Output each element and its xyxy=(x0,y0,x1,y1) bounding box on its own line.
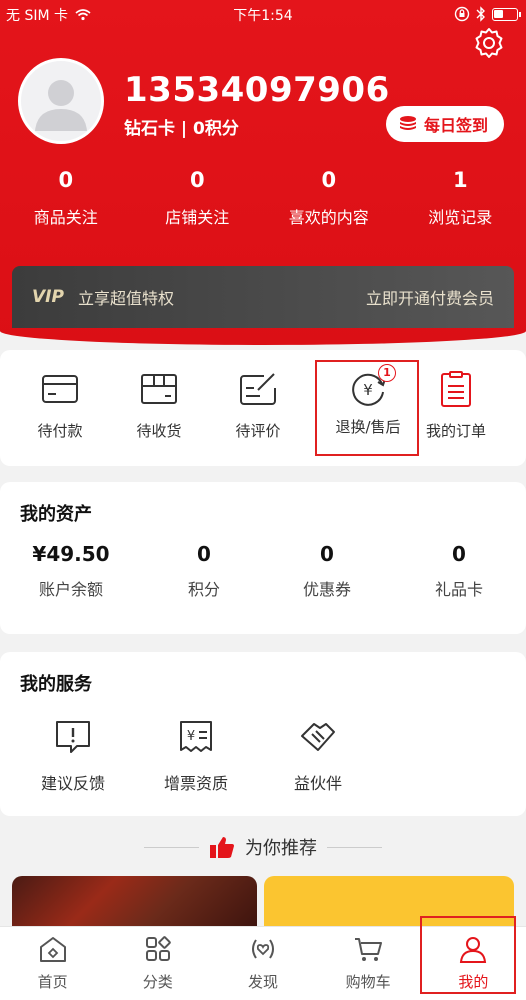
orders-card: 待付款 待收货 待评价 ¥ 1 退换/售后 我的订单 xyxy=(0,350,526,466)
divider xyxy=(144,846,199,848)
tab-category[interactable]: 分类 xyxy=(105,927,210,1000)
assets-card: 我的资产 ¥49.50 账户余额 0 积分 0 优惠券 0 礼品卡 xyxy=(0,482,526,634)
bluetooth-icon xyxy=(476,6,485,22)
vip-logo: VIP xyxy=(32,287,64,307)
discover-icon xyxy=(251,939,274,959)
recommend-header: 为你推荐 xyxy=(0,832,526,862)
services-title: 我的服务 xyxy=(20,674,92,695)
tab-label: 首页 xyxy=(37,973,68,991)
asset-label: 优惠券 xyxy=(302,580,351,599)
recommend-title: 为你推荐 xyxy=(245,838,317,859)
service-partner[interactable]: 益伙伴 xyxy=(258,718,378,794)
asset-points[interactable]: 0 积分 xyxy=(139,542,269,600)
stat-value: 1 xyxy=(452,168,468,192)
settings-gear-icon[interactable] xyxy=(472,26,506,60)
tab-label: 分类 xyxy=(142,973,173,991)
vip-open-link[interactable]: 立即开通付费会员 xyxy=(366,285,494,309)
asset-value: 0 xyxy=(452,542,466,566)
status-time: 下午1:54 xyxy=(233,8,293,24)
vip-left-text: 立享超值特权 xyxy=(77,289,174,308)
order-label: 我的订单 xyxy=(425,422,486,440)
asset-label: 礼品卡 xyxy=(434,580,483,599)
order-pending-payment[interactable]: 待付款 xyxy=(10,370,110,441)
asset-label: 账户余额 xyxy=(38,580,103,599)
vip-banner[interactable]: VIP 立享超值特权 立即开通付费会员 xyxy=(12,266,514,328)
daily-signin-label: 每日签到 xyxy=(423,116,488,135)
default-avatar-icon xyxy=(35,80,87,131)
svg-text:¥: ¥ xyxy=(187,729,195,744)
tab-cart[interactable]: 购物车 xyxy=(316,927,421,1000)
stat-value: 0 xyxy=(321,168,337,192)
stat-label: 浏览记录 xyxy=(428,208,493,227)
asset-balance[interactable]: ¥49.50 账户余额 xyxy=(6,542,136,600)
battery-icon xyxy=(492,7,521,21)
asset-gift-cards[interactable]: 0 礼品卡 xyxy=(394,542,524,600)
review-icon xyxy=(240,373,276,405)
package-icon xyxy=(141,374,177,404)
asset-value: 0 xyxy=(197,542,211,566)
tab-label: 发现 xyxy=(247,973,278,991)
divider xyxy=(327,846,382,848)
order-pending-receipt[interactable]: 待收货 xyxy=(109,370,209,441)
stat-label: 商品关注 xyxy=(33,208,98,227)
asset-coupons[interactable]: 0 优惠券 xyxy=(262,542,392,600)
service-feedback[interactable]: 建议反馈 xyxy=(13,718,133,794)
lock-rotation-icon xyxy=(454,6,470,22)
cart-icon xyxy=(355,938,383,961)
asset-label: 积分 xyxy=(187,580,220,599)
daily-signin-button[interactable]: 每日签到 xyxy=(385,106,504,142)
clipboard-icon xyxy=(441,371,471,407)
stat-product-follow[interactable]: 0 商品关注 xyxy=(0,168,132,228)
stat-liked-content[interactable]: 0 喜欢的内容 xyxy=(263,168,395,228)
coins-icon xyxy=(399,116,416,130)
stat-shop-follow[interactable]: 0 店铺关注 xyxy=(132,168,264,228)
order-my-orders[interactable]: 我的订单 xyxy=(406,370,506,441)
service-label: 益伙伴 xyxy=(293,774,342,793)
asset-value: ¥49.50 xyxy=(32,542,110,566)
asset-value: 0 xyxy=(320,542,334,566)
category-icon xyxy=(145,936,171,961)
service-label: 增票资质 xyxy=(163,774,228,793)
order-label: 待收货 xyxy=(136,422,182,440)
tab-discover[interactable]: 发现 xyxy=(210,927,315,1000)
wallet-icon xyxy=(42,375,78,403)
assets-title: 我的资产 xyxy=(20,504,92,525)
service-invoice[interactable]: ¥ 增票资质 xyxy=(136,718,256,794)
stats-row: 0 商品关注 0 店铺关注 0 喜欢的内容 1 浏览记录 xyxy=(0,168,526,228)
feedback-icon xyxy=(56,721,90,753)
service-label: 建议反馈 xyxy=(40,774,105,793)
services-card: 我的服务 建议反馈 ¥ 增票资质 益伙伴 xyxy=(0,652,526,816)
tab-label: 购物车 xyxy=(345,973,391,991)
stat-browse-history[interactable]: 1 浏览记录 xyxy=(395,168,526,228)
highlight-box-refund xyxy=(315,360,419,456)
username: 13534097906 xyxy=(124,70,390,110)
thumbs-up-icon xyxy=(210,837,234,858)
member-level[interactable]: 钻石卡 | 0积分 xyxy=(124,114,239,139)
status-bar: 无 SIM 卡 下午1:54 xyxy=(0,0,526,28)
invoice-icon: ¥ xyxy=(180,721,212,752)
stat-label: 喜欢的内容 xyxy=(288,208,369,227)
stat-value: 0 xyxy=(189,168,205,192)
status-icons xyxy=(454,6,521,22)
tab-home[interactable]: 首页 xyxy=(0,927,105,1000)
handshake-icon xyxy=(301,723,335,751)
avatar[interactable] xyxy=(18,58,104,144)
stat-label: 店铺关注 xyxy=(165,208,230,227)
order-label: 待评价 xyxy=(235,422,281,440)
stat-value: 0 xyxy=(58,168,74,192)
order-label: 待付款 xyxy=(37,422,83,440)
order-pending-review[interactable]: 待评价 xyxy=(208,370,308,441)
highlight-box-mine-tab xyxy=(420,916,516,994)
home-icon xyxy=(39,937,66,962)
